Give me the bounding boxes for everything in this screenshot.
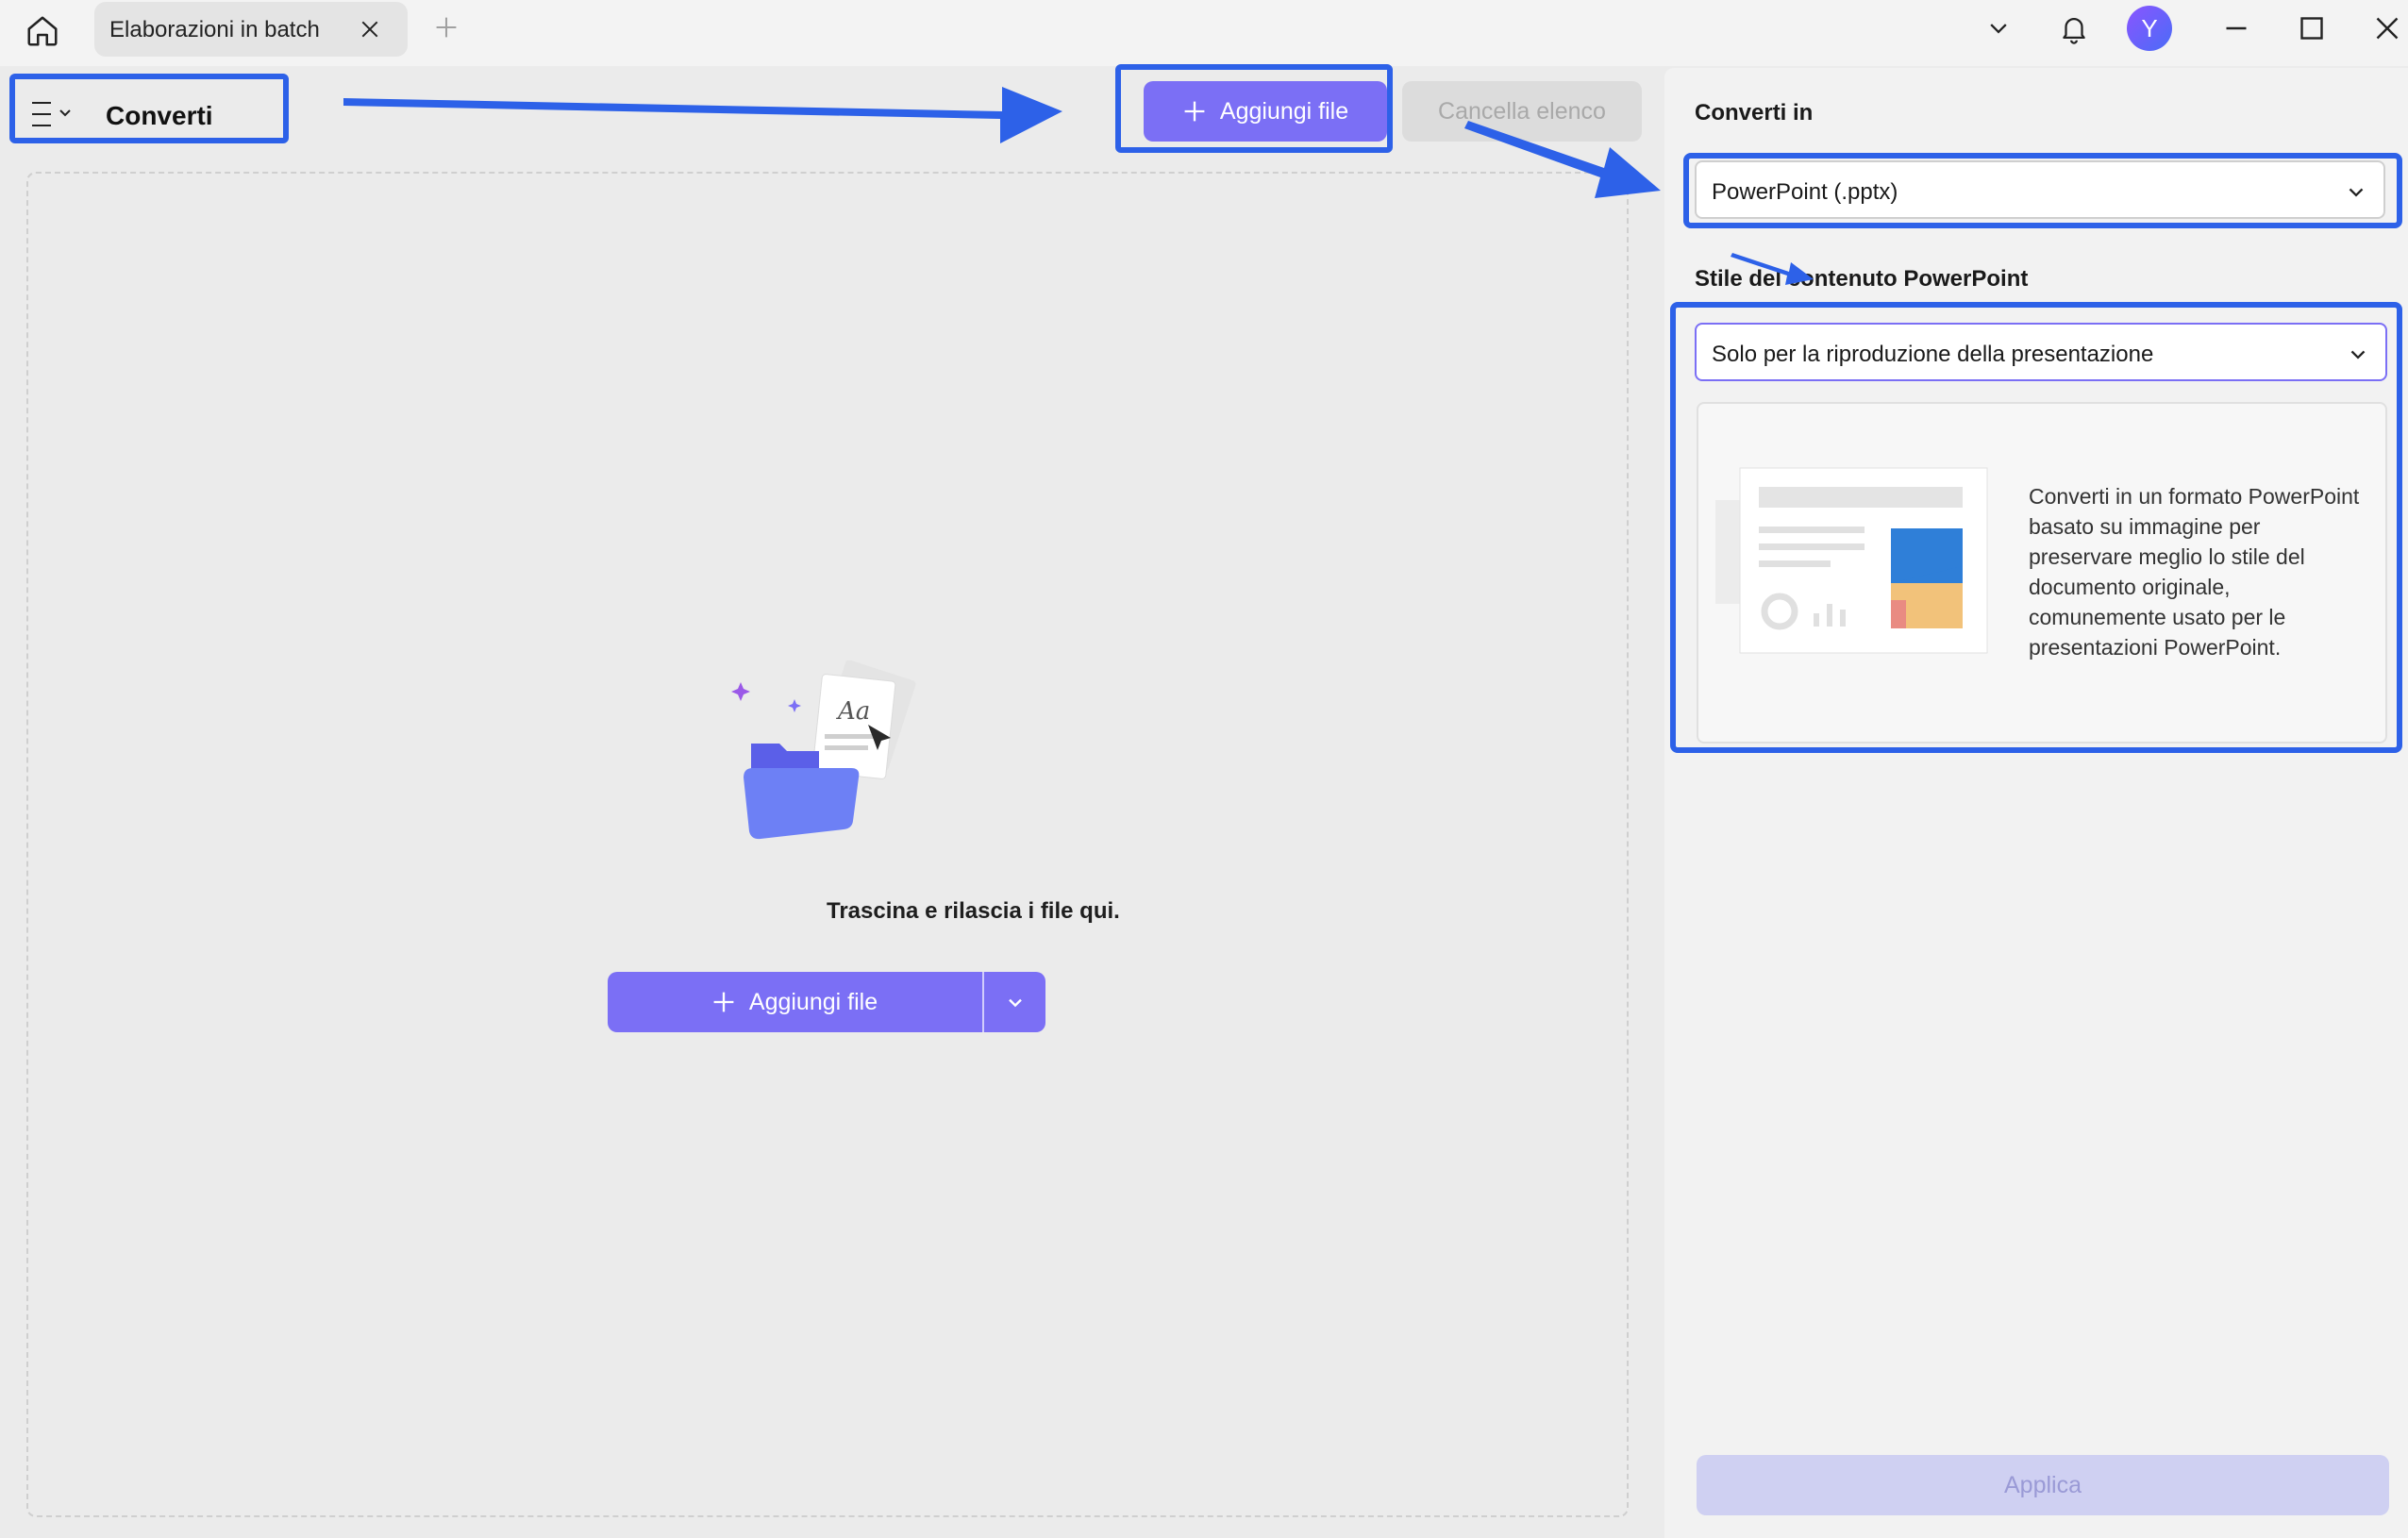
minimize-icon[interactable] xyxy=(2216,8,2257,49)
plus-icon xyxy=(1184,101,1205,122)
split-divider xyxy=(982,972,984,1032)
chevron-down-icon[interactable] xyxy=(1978,8,2019,49)
format-select-value: PowerPoint (.pptx) xyxy=(1712,179,1898,205)
bell-icon[interactable] xyxy=(2053,8,2095,49)
apply-button[interactable]: Applica xyxy=(1697,1455,2389,1515)
close-window-icon[interactable] xyxy=(2366,8,2408,49)
apply-label: Applica xyxy=(2004,1471,2082,1498)
convert-to-label: Converti in xyxy=(1695,100,1814,125)
tab-label: Elaborazioni in batch xyxy=(109,17,320,42)
slide-preview-image xyxy=(1715,467,1988,654)
tool-menu-selector[interactable]: Converti xyxy=(9,74,289,143)
add-file-label: Aggiungi file xyxy=(748,988,878,1015)
style-select-value: Solo per la riproduzione della presentaz… xyxy=(1712,342,2154,367)
tool-title: Converti xyxy=(106,101,213,130)
style-description: Converti in un formato PowerPoint basato… xyxy=(2029,484,2360,660)
add-file-main-button[interactable]: Aggiungi file xyxy=(608,972,981,1032)
style-select[interactable]: Solo per la riproduzione della presentaz… xyxy=(1695,323,2387,381)
format-select[interactable]: PowerPoint (.pptx) xyxy=(1695,160,2385,219)
plus-icon[interactable] xyxy=(430,11,462,43)
home-icon[interactable] xyxy=(21,9,64,53)
folder-illustration: Aa xyxy=(731,660,916,840)
menu-icon xyxy=(30,100,72,128)
chevron-down-icon xyxy=(2350,350,2366,359)
clear-list-label: Cancella elenco xyxy=(1438,97,1606,125)
tab-batch[interactable]: Elaborazioni in batch xyxy=(94,2,408,57)
avatar[interactable]: Y xyxy=(2127,6,2172,51)
chevron-down-icon xyxy=(2349,188,2364,197)
add-file-label: Aggiungi file xyxy=(1219,97,1349,125)
svg-text:Aa: Aa xyxy=(836,697,870,726)
maximize-icon[interactable] xyxy=(2291,8,2333,49)
close-icon[interactable] xyxy=(355,14,385,44)
add-file-split-button: Aggiungi file xyxy=(608,972,1045,1032)
style-label: Stile del contenuto PowerPoint xyxy=(1695,266,2029,292)
add-file-button[interactable]: Aggiungi file xyxy=(1144,81,1387,142)
clear-list-button[interactable]: Cancella elenco xyxy=(1402,81,1642,142)
annotation-arrow xyxy=(343,87,1062,143)
plus-icon xyxy=(713,992,734,1012)
chevron-down-icon[interactable] xyxy=(985,972,1045,1032)
title-bar: Elaborazioni in batch Y xyxy=(0,0,2408,66)
